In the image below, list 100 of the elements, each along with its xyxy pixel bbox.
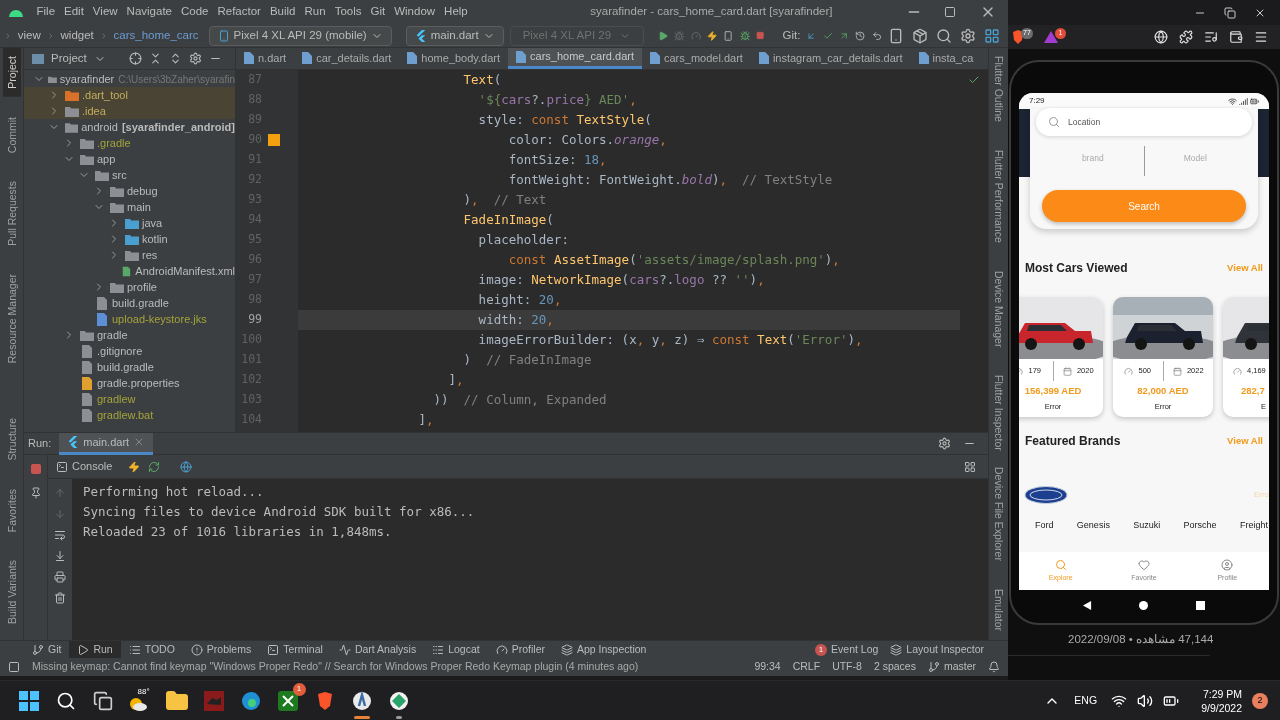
weather-widget[interactable]: 88° <box>127 688 152 713</box>
menu-item[interactable]: Build <box>265 3 300 21</box>
editor-tab[interactable]: instagram_car_details.dart <box>750 48 911 69</box>
settings-icon[interactable] <box>188 52 202 65</box>
indent-setting[interactable]: 2 spaces <box>873 659 916 675</box>
breadcrumb[interactable]: cars_home_carc <box>113 26 199 45</box>
tree-item[interactable]: .dart_tool <box>24 87 235 103</box>
clear-icon[interactable] <box>54 592 66 604</box>
editor-tab[interactable]: home_body.dart <box>399 48 509 69</box>
maximize-icon[interactable] <box>944 6 956 18</box>
settings-icon[interactable] <box>938 437 951 450</box>
triangle-icon[interactable] <box>1044 31 1058 43</box>
editor-tab[interactable]: n.dart <box>236 48 295 69</box>
search-icon[interactable] <box>55 690 76 711</box>
tool-window-button[interactable]: Terminal <box>259 640 331 659</box>
tool-window-tab[interactable]: Device Manager <box>989 262 1008 356</box>
lion-shield-icon[interactable] <box>1012 30 1024 44</box>
menu-item[interactable]: Help <box>439 3 473 21</box>
stop-icon[interactable] <box>29 463 42 475</box>
scroll-to-end-icon[interactable] <box>54 550 66 562</box>
clock[interactable]: 7:29 PM 9/9/2022 <box>1201 686 1242 715</box>
hot-restart-icon[interactable] <box>148 460 161 473</box>
editor-tab[interactable]: cars_model.dart <box>642 48 751 69</box>
menu-item[interactable]: File <box>32 3 60 21</box>
task-view-icon[interactable] <box>92 690 113 711</box>
pin-icon[interactable] <box>29 487 42 499</box>
menu-item[interactable]: Edit <box>59 3 89 21</box>
menu-item[interactable]: Tools <box>330 3 366 21</box>
caret-position[interactable]: 99:34 <box>754 659 781 675</box>
tree-item[interactable]: app <box>24 151 235 167</box>
notification-badge[interactable]: 2 <box>1252 692 1268 709</box>
menu-item[interactable]: Run <box>300 3 331 21</box>
tree-item[interactable]: build.gradle <box>24 359 235 375</box>
tool-window-button[interactable]: 1 Event Log <box>815 641 879 658</box>
tool-window-tab[interactable]: Flutter Inspector <box>989 367 1008 460</box>
tree-item[interactable]: syarafinder C:\Users\3bZaher\syarafin <box>24 71 235 87</box>
home-icon[interactable] <box>1139 600 1149 610</box>
tree-item[interactable]: gradle <box>24 327 235 343</box>
brand-name[interactable]: Ford <box>1035 519 1054 533</box>
brand-name[interactable]: Genesis <box>1076 519 1110 533</box>
tree-item[interactable]: .gradle <box>24 135 235 151</box>
playlist-icon[interactable] <box>1204 30 1218 44</box>
layout-icon[interactable] <box>964 460 976 473</box>
git-branch[interactable]: master <box>927 659 976 675</box>
stop-icon[interactable] <box>756 29 765 42</box>
breadcrumb[interactable]: view <box>17 26 41 45</box>
tree-item[interactable]: src <box>24 167 235 183</box>
tool-window-button[interactable]: Problems <box>182 640 260 659</box>
tool-window-tab[interactable]: Emulator <box>989 581 1008 640</box>
tree-item[interactable]: main <box>24 199 235 215</box>
tool-window-tab[interactable]: Pull Requests <box>2 172 21 254</box>
tool-window-tab[interactable]: Build Variants <box>2 552 21 632</box>
editor-tab[interactable]: car_details.dart <box>294 48 400 69</box>
tool-window-tab[interactable]: Device File Explorer <box>989 459 1008 570</box>
console-tab[interactable]: Console <box>56 458 113 475</box>
back-icon[interactable] <box>1082 600 1092 610</box>
tool-window-button[interactable]: TODO <box>120 640 183 659</box>
tool-window-tab[interactable]: Project <box>2 48 21 97</box>
menu-icon[interactable] <box>1254 30 1268 44</box>
file-encoding[interactable]: UTF-8 <box>832 659 862 675</box>
tool-window-button[interactable]: Dart Analysis <box>330 640 425 659</box>
menu-item[interactable]: Navigate <box>122 3 177 21</box>
tool-window-tab[interactable]: Commit <box>2 108 21 161</box>
print-icon[interactable] <box>54 571 66 583</box>
diamond-app-icon[interactable] <box>388 690 409 711</box>
recents-icon[interactable] <box>1196 600 1206 610</box>
settings-icon[interactable] <box>960 27 976 44</box>
compass-app-icon[interactable] <box>351 690 372 711</box>
tool-window-button[interactable]: Layout Inspector <box>890 641 984 658</box>
tree-item[interactable]: .idea <box>24 103 235 119</box>
game-app-icon[interactable] <box>277 690 298 711</box>
tree-item[interactable]: .gitignore <box>24 343 235 359</box>
browser-icon[interactable] <box>240 690 261 711</box>
tree-item[interactable]: gradlew.bat <box>24 407 235 423</box>
brand-name[interactable]: Suzuki <box>1133 519 1161 533</box>
tree-item[interactable]: kotlin <box>24 231 235 247</box>
tool-window-button[interactable]: Logcat <box>424 640 488 659</box>
brand-name[interactable]: Freight <box>1239 519 1268 533</box>
tree-item[interactable]: gradlew <box>24 391 235 407</box>
hot-reload-icon[interactable] <box>128 460 141 473</box>
run-tab[interactable]: main.dart <box>59 432 154 455</box>
tool-window-button[interactable]: Run <box>69 640 121 659</box>
locate-icon[interactable] <box>128 52 142 65</box>
soft-wrap-icon[interactable] <box>54 529 66 541</box>
tree-item[interactable]: res <box>24 247 235 263</box>
brand-name[interactable]: Porsche <box>1183 519 1217 533</box>
folder-icon[interactable] <box>164 688 189 713</box>
tree-item[interactable]: android [syarafinder_android] <box>24 119 235 135</box>
globe-icon[interactable] <box>1154 30 1168 44</box>
tree-item[interactable]: java <box>24 215 235 231</box>
tool-window-button[interactable]: App Inspection <box>552 640 655 659</box>
tree-item[interactable]: profile <box>24 279 235 295</box>
wallet-icon[interactable] <box>1229 30 1243 44</box>
device-manager-icon[interactable] <box>888 27 904 44</box>
editor-tab[interactable]: insta_ca <box>910 48 982 69</box>
menu-item[interactable]: Code <box>176 3 213 21</box>
line-separator[interactable]: CRLF <box>792 659 821 675</box>
extensions-icon[interactable] <box>1179 30 1193 44</box>
windows-start-icon[interactable] <box>18 690 39 711</box>
tool-window-tab[interactable]: Structure <box>2 410 21 469</box>
